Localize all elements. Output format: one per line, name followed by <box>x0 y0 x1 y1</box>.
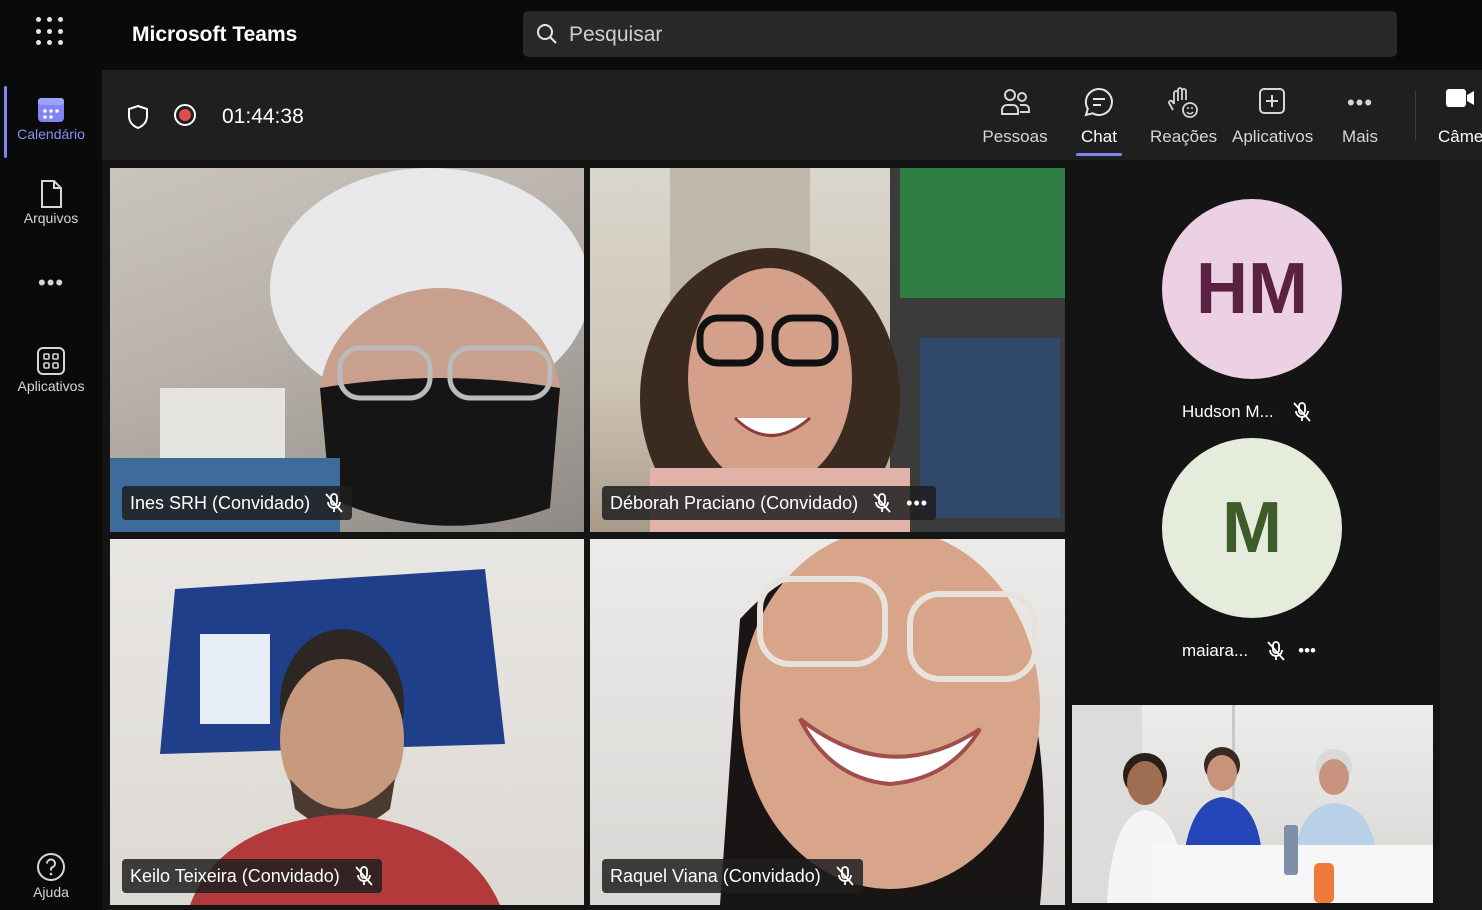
participant-nametag: Ines SRH (Convidado) <box>122 486 353 520</box>
app-launcher-icon[interactable] <box>36 17 66 47</box>
participant-video-illustration <box>640 168 1065 532</box>
meeting-header: 01:44:38 Pessoas Chat Reações Aplicativo… <box>102 70 1482 160</box>
search-icon <box>537 24 557 44</box>
participant-name: Keilo Teixeira (Convidado) <box>130 865 340 886</box>
recording-indicator-icon <box>174 104 196 126</box>
mic-off-icon <box>355 866 373 886</box>
rail-item-apps[interactable]: Aplicativos <box>0 332 102 402</box>
people-icon <box>1001 89 1030 115</box>
mic-off-icon <box>325 493 343 513</box>
toolbar-label: Reações <box>1150 127 1218 146</box>
search-input[interactable] <box>567 11 1371 59</box>
more-icon: ••• <box>1346 90 1374 115</box>
chat-icon <box>1084 87 1113 117</box>
toolbar-label: Câme <box>1438 127 1482 146</box>
toolbar-reactions-button[interactable]: Reações <box>1150 84 1218 154</box>
mic-off-icon <box>836 866 854 886</box>
toolbar-camera-button[interactable]: Câme <box>1438 84 1482 154</box>
right-scroll-area <box>1440 160 1482 910</box>
rail-more-icon[interactable]: ••• <box>38 270 64 296</box>
room-video-tile[interactable] <box>1072 705 1433 903</box>
toolbar-more-button[interactable]: ••• Mais <box>1338 84 1382 154</box>
shield-icon[interactable] <box>126 104 150 130</box>
reactions-icon <box>1168 87 1198 118</box>
rail-label: Aplicativos <box>17 378 85 394</box>
toolbar-separator <box>1415 90 1416 140</box>
meeting-timer: 01:44:38 <box>222 105 304 128</box>
video-tile[interactable]: Keilo Teixeira (Convidado) <box>110 539 584 905</box>
participant-name: Hudson M... <box>1182 402 1274 421</box>
avatar: HM <box>1162 199 1342 379</box>
participant-nametag: Raquel Viana (Convidado) <box>602 859 863 893</box>
meeting-stage: Ines SRH (Convidado) Déborah Praciano (C… <box>102 160 1482 910</box>
participant-name: Ines SRH (Convidado) <box>130 492 311 513</box>
participant-name: Raquel Viana (Convidado) <box>610 865 821 886</box>
apps-icon <box>37 347 65 375</box>
rail-label: Arquivos <box>23 210 79 226</box>
video-tile[interactable]: Raquel Viana (Convidado) <box>590 539 1065 905</box>
toolbar-label: Aplicativos <box>1232 127 1314 146</box>
participant-nametag: Keilo Teixeira (Convidado) <box>122 859 382 893</box>
side-participant-label: maiara... ••• <box>1182 640 1316 662</box>
mic-off-icon <box>873 493 891 513</box>
mic-off-icon <box>1292 402 1311 422</box>
rail-label: Calendário <box>17 126 85 142</box>
toolbar-apps-button[interactable]: Aplicativos <box>1232 84 1314 154</box>
rail-item-files[interactable]: Arquivos <box>0 164 102 234</box>
participant-video-illustration <box>1072 705 1433 903</box>
calendar-icon <box>38 98 64 122</box>
participant-more-icon[interactable]: ••• <box>906 493 928 514</box>
camera-icon <box>1446 89 1474 107</box>
help-icon <box>37 853 65 881</box>
participant-name: maiara... <box>1182 641 1249 660</box>
toolbar-label: Mais <box>1342 127 1378 146</box>
rail-item-help[interactable]: Ajuda <box>0 838 102 908</box>
video-tile[interactable]: Ines SRH (Convidado) <box>110 168 584 532</box>
side-participant-label: Hudson M... <box>1182 401 1312 423</box>
participant-video-illustration <box>720 539 1044 905</box>
avatar: M <box>1162 438 1342 618</box>
rail-item-calendar[interactable]: Calendário <box>0 80 102 158</box>
rail-label: Ajuda <box>33 884 69 900</box>
toolbar-label: Chat <box>1081 127 1117 146</box>
top-bar: Microsoft Teams <box>0 0 1482 70</box>
participant-nametag: Déborah Praciano (Convidado) ••• <box>602 486 937 520</box>
mic-off-icon <box>1267 641 1285 661</box>
participant-name: Déborah Praciano (Convidado) <box>610 492 859 513</box>
participant-video-illustration <box>160 569 505 905</box>
video-tile[interactable]: Déborah Praciano (Convidado) ••• <box>590 168 1065 532</box>
participant-video-illustration <box>110 168 584 532</box>
toolbar-chat-button[interactable]: Chat <box>1072 84 1126 154</box>
toolbar-people-button[interactable]: Pessoas <box>982 84 1048 154</box>
left-rail: Calendário Arquivos ••• Aplicativos Ajud… <box>0 70 102 910</box>
apps-add-icon <box>1259 88 1285 114</box>
search-box[interactable] <box>523 11 1397 59</box>
participant-more-icon[interactable]: ••• <box>1298 641 1316 661</box>
app-title: Microsoft Teams <box>132 23 298 46</box>
toolbar-label: Pessoas <box>982 127 1048 146</box>
file-icon <box>41 180 62 208</box>
